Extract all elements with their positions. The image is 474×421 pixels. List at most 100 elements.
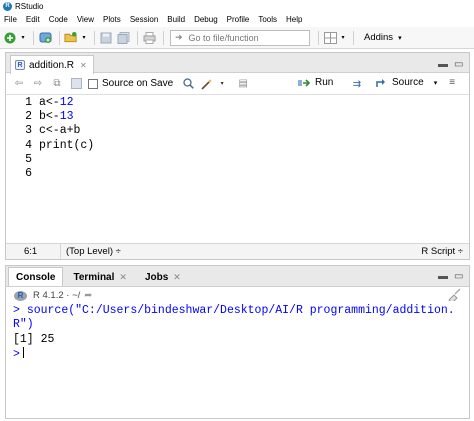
r-version-path: R 4.1.2 · ~/ <box>33 290 81 301</box>
toolbar-divider <box>353 30 354 45</box>
source-button[interactable]: Source ▾ ≡ <box>376 77 455 88</box>
save-all-icon[interactable] <box>116 31 130 45</box>
main-toolbar: ▾ ▾ ➜ Go to file/function ▾ Addins ▾ <box>0 27 474 49</box>
tab-label: Console <box>16 271 56 283</box>
tab-jobs[interactable]: Jobs ✕ <box>137 267 189 286</box>
text-cursor <box>22 346 24 358</box>
compile-report-icon[interactable]: ▤ <box>236 77 250 91</box>
toolbar-divider <box>137 30 138 45</box>
console-input-line[interactable]: > <box>13 346 469 361</box>
clear-console-icon[interactable] <box>447 288 461 304</box>
rerun-icon[interactable]: ⇉ <box>350 77 364 91</box>
chevron-down-icon[interactable]: ▾ <box>434 79 438 87</box>
code-text: a<- <box>39 95 60 109</box>
code-line: 4 print(c) <box>6 138 469 152</box>
print-icon[interactable] <box>142 31 156 45</box>
show-in-window-icon[interactable]: ⧉ <box>50 77 64 91</box>
console-prompt: > <box>13 347 20 361</box>
chevron-down-icon[interactable]: ▾ <box>219 77 225 91</box>
menu-code[interactable]: Code <box>49 15 68 24</box>
close-icon[interactable]: ✕ <box>80 61 87 70</box>
source-editor-pane: R addition.R ✕ ▬ ▭ ⇦ ⇨ ⧉ Source on Save … <box>5 52 470 260</box>
line-number: 3 <box>25 124 32 138</box>
menu-file[interactable]: File <box>4 15 17 24</box>
close-icon[interactable]: ✕ <box>119 272 127 283</box>
file-type-dropdown[interactable]: R Script ÷ <box>421 246 463 257</box>
tab-terminal[interactable]: Terminal ✕ <box>65 267 134 286</box>
title-bar: R RStudio <box>0 0 474 12</box>
scope-dropdown[interactable]: (Top Level) ÷ <box>61 246 121 257</box>
tab-label: addition.R <box>29 59 75 71</box>
console-command: R") <box>13 318 34 332</box>
maximize-pane-icon[interactable]: ▭ <box>454 271 463 282</box>
chevron-down-icon: ▾ <box>398 34 402 42</box>
save-icon[interactable] <box>99 31 113 45</box>
tab-addition-r[interactable]: R addition.R ✕ <box>10 55 94 74</box>
code-line: 3 c<-a+b <box>6 124 469 138</box>
minimize-pane-icon[interactable]: ▬ <box>438 271 448 282</box>
menu-bar: File Edit Code View Plots Session Build … <box>0 12 474 26</box>
line-number: 4 <box>25 138 32 152</box>
menu-help[interactable]: Help <box>286 15 302 24</box>
cursor-position: 6:1 <box>6 244 61 259</box>
search-icon[interactable] <box>181 77 195 91</box>
go-to-file-placeholder: Go to file/function <box>188 32 259 43</box>
code-line: 2 b<- 13 <box>6 109 469 123</box>
back-arrow-icon[interactable]: ⇦ <box>12 77 26 91</box>
run-arrow-icon <box>298 78 311 87</box>
code-number: 13 <box>59 109 74 123</box>
save-icon[interactable] <box>69 77 83 91</box>
menu-debug[interactable]: Debug <box>194 15 218 24</box>
menu-plots[interactable]: Plots <box>103 15 121 24</box>
close-icon[interactable]: ✕ <box>173 272 181 283</box>
menu-view[interactable]: View <box>77 15 94 24</box>
code-line: 1 a<- 12 <box>6 95 469 109</box>
forward-arrow-icon[interactable]: ⇨ <box>31 77 45 91</box>
source-on-save-checkbox[interactable] <box>88 78 98 89</box>
grid-layout-icon[interactable] <box>323 31 337 45</box>
toolbar-divider <box>94 30 95 45</box>
line-number: 1 <box>25 95 32 109</box>
line-number: 2 <box>25 109 32 123</box>
code-editor[interactable]: 1 a<- 12 2 b<- 13 3 c<-a+b 4 print(c) 5 6 <box>6 95 469 241</box>
magic-wand-icon[interactable] <box>200 77 214 91</box>
tab-console[interactable]: Console <box>8 267 64 286</box>
outline-icon[interactable]: ≡ <box>449 77 455 88</box>
console-prompt: > <box>13 304 20 317</box>
goto-directory-icon[interactable]: ➦ <box>84 290 92 301</box>
console-header: R R 4.1.2 · ~/ ➦ <box>6 287 469 304</box>
maximize-pane-icon[interactable]: ▭ <box>454 59 463 70</box>
menu-profile[interactable]: Profile <box>227 15 250 24</box>
console-output[interactable]: > source("C:/Users/bindeshwar/Desktop/AI… <box>6 304 469 361</box>
line-number: 6 <box>25 167 32 181</box>
console-line: R") <box>13 318 469 332</box>
menu-edit[interactable]: Edit <box>26 15 40 24</box>
editor-toolbar: ⇦ ⇨ ⧉ Source on Save ▾ ▤ Run ⇉ Source ▾ … <box>6 73 469 95</box>
editor-status-bar: 6:1 (Top Level) ÷ R Script ÷ <box>6 243 469 259</box>
tab-label: Terminal <box>73 271 115 283</box>
chevron-down-icon[interactable]: ▾ <box>81 31 87 45</box>
open-folder-icon[interactable] <box>64 31 78 45</box>
chevron-down-icon[interactable]: ▾ <box>340 31 346 45</box>
new-project-icon[interactable] <box>38 31 52 45</box>
source-label: Source <box>392 77 424 88</box>
source-arrow-icon <box>376 78 385 87</box>
console-tab-bar: Console Terminal ✕ Jobs ✕ ▬ ▭ <box>6 266 469 287</box>
r-logo-icon: R <box>14 290 27 301</box>
go-to-file-input[interactable]: ➜ Go to file/function <box>170 29 310 46</box>
menu-session[interactable]: Session <box>130 15 158 24</box>
code-text: c<-a+b <box>39 124 81 138</box>
line-number: 5 <box>25 152 32 166</box>
minimize-pane-icon[interactable]: ▬ <box>438 59 448 70</box>
window-title: RStudio <box>15 1 44 11</box>
run-button[interactable]: Run <box>298 77 333 88</box>
menu-tools[interactable]: Tools <box>258 15 277 24</box>
code-line: 6 <box>6 166 469 180</box>
toolbar-divider <box>318 30 319 45</box>
editor-tab-bar: R addition.R ✕ ▬ ▭ <box>6 53 469 74</box>
new-file-icon[interactable] <box>3 31 17 45</box>
chevron-down-icon[interactable]: ▾ <box>20 31 26 45</box>
addins-dropdown[interactable]: Addins ▾ <box>364 32 402 43</box>
menu-build[interactable]: Build <box>167 15 185 24</box>
tab-label: Jobs <box>144 271 169 283</box>
